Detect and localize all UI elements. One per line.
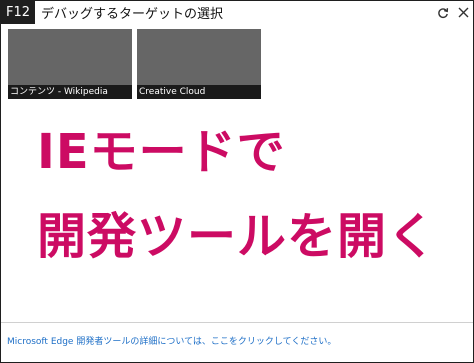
close-icon [458, 7, 468, 18]
debug-target-window: F12 デバッグするターゲットの選択 コンテンツ - Wikipedia Cre… [0, 0, 474, 363]
target-tile-creative-cloud[interactable]: Creative Cloud [137, 29, 261, 99]
footer-divider [1, 322, 473, 323]
tile-caption: Creative Cloud [137, 85, 261, 99]
target-tiles: コンテンツ - Wikipedia Creative Cloud [8, 29, 261, 99]
overlay-heading-line-1: IEモードで [37, 124, 286, 180]
target-tile-wikipedia[interactable]: コンテンツ - Wikipedia [8, 29, 132, 99]
title-bar: F12 デバッグするターゲットの選択 [1, 1, 473, 24]
devtools-help-link[interactable]: 開発者ツールの詳細については、ここをクリックしてください。 [76, 337, 336, 347]
refresh-icon [438, 7, 449, 18]
overlay-heading-line-2: 開発ツールを開く [37, 208, 438, 265]
refresh-button[interactable] [433, 1, 453, 24]
tile-caption: コンテンツ - Wikipedia [8, 85, 132, 99]
footer: Microsoft Edge 開発者ツールの詳細については、ここをクリックしてく… [7, 334, 336, 347]
window-title: デバッグするターゲットの選択 [41, 7, 224, 22]
close-button[interactable] [453, 1, 473, 24]
footer-prefix: Microsoft Edge [7, 337, 74, 347]
f12-badge: F12 [1, 1, 35, 24]
